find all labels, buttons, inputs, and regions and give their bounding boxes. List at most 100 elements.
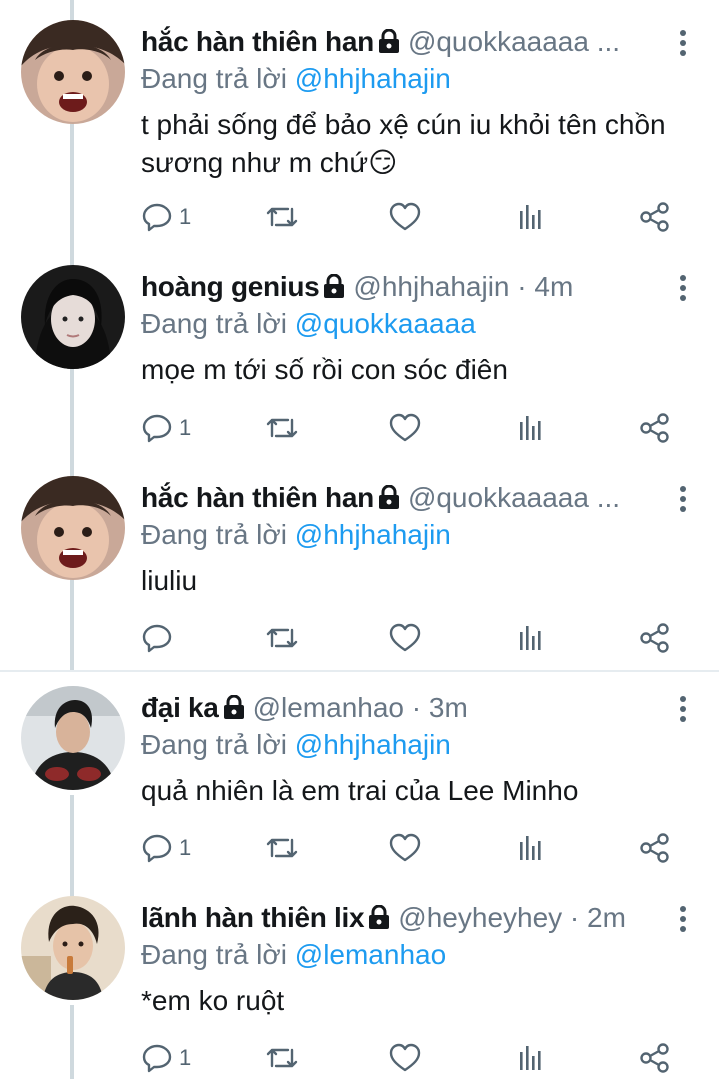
user-handle[interactable]: @quokkaaaaa ... [408,482,620,513]
share-button[interactable] [638,197,672,237]
bar-chart-icon [516,201,546,233]
retweet-icon [264,412,300,444]
lock-icon [378,482,400,516]
replying-to-label: Đang trả lời [141,63,287,94]
share-button[interactable] [638,618,672,658]
reply-button[interactable]: 1 [141,408,191,448]
retweet-icon [264,1042,300,1074]
action-bar: 1 [0,828,719,868]
more-vertical-icon[interactable] [679,696,687,726]
tweet-text: quả nhiên là em trai của Lee Minho [141,775,579,806]
more-vertical-icon[interactable] [679,275,687,305]
share-button[interactable] [638,828,672,868]
more-vertical-icon[interactable] [679,486,687,516]
user-handle[interactable]: @hhjhahajin · 4m [353,271,573,302]
tweet[interactable]: hắc hàn thiên han @quokkaaaaa ... Đang tr… [0,476,719,666]
tweet[interactable]: đại ka @lemanhao · 3m Đang trả lời @hhjha… [0,686,719,876]
thread-divider [0,670,719,672]
views-button[interactable] [516,618,546,658]
retweet-icon [264,201,300,233]
reply-button[interactable]: 1 [141,197,191,237]
mention-link[interactable]: @lemanhao [295,939,446,970]
views-button[interactable] [516,1038,546,1078]
display-name[interactable]: hoàng genius [141,271,320,302]
share-icon [638,412,672,444]
retweet-icon [264,622,300,654]
like-button[interactable] [388,1038,422,1078]
lock-icon [368,902,390,936]
lock-icon [223,692,245,726]
avatar[interactable] [21,265,125,369]
replying-to: Đang trả lời @lemanhao [141,938,446,972]
heart-icon [388,832,422,864]
replying-to: Đang trả lời @quokkaaaaa [141,307,476,341]
reply-button[interactable]: 1 [141,828,191,868]
replying-to: Đang trả lời @hhjhahajin [141,518,451,552]
retweet-button[interactable] [264,197,300,237]
tweet-text: liuliu [141,565,198,596]
like-button[interactable] [388,618,422,658]
avatar[interactable] [21,686,125,790]
lock-icon [378,26,400,60]
bar-chart-icon [516,1042,546,1074]
like-button[interactable] [388,197,422,237]
tweet-text: mọe m tới số rồi con sóc điên [141,354,508,385]
action-bar: 1 [0,197,719,237]
retweet-button[interactable] [264,828,300,868]
bar-chart-icon [516,412,546,444]
tweet[interactable]: hắc hàn thiên han @quokkaaaaa ... Đang tr… [0,20,719,245]
mention-link[interactable]: @hhjhahajin [295,63,451,94]
reply-button[interactable] [141,618,179,658]
heart-icon [388,412,422,444]
replying-to-label: Đang trả lời [141,519,287,550]
mention-link[interactable]: @hhjhahajin [295,729,451,760]
display-name[interactable]: lãnh hàn thiên lix [141,902,365,933]
display-name[interactable]: đại ka [141,692,219,723]
user-handle[interactable]: @heyheyhey · 2m [398,902,626,933]
tweet-header: hoàng genius @hhjhahajin · 4m [141,269,659,305]
comment-icon [141,622,173,654]
heart-icon [388,622,422,654]
retweet-button[interactable] [264,1038,300,1078]
like-button[interactable] [388,828,422,868]
more-vertical-icon[interactable] [679,30,687,60]
mention-link[interactable]: @quokkaaaaa [295,308,476,339]
replying-to: Đang trả lời @hhjhahajin [141,728,451,762]
user-handle[interactable]: @lemanhao · 3m [253,692,468,723]
share-icon [638,1042,672,1074]
retweet-button[interactable] [264,408,300,448]
views-button[interactable] [516,408,546,448]
tweet-header: đại ka @lemanhao · 3m [141,690,659,726]
reply-button[interactable]: 1 [141,1038,191,1078]
tweet-text: *em ko ruột [141,985,285,1016]
bar-chart-icon [516,622,546,654]
tweet[interactable]: hoàng genius @hhjhahajin · 4m Đang trả lờ… [0,265,719,465]
avatar[interactable] [21,476,125,580]
bar-chart-icon [516,832,546,864]
retweet-button[interactable] [264,618,300,658]
comment-icon [141,412,173,444]
like-button[interactable] [388,408,422,448]
avatar[interactable] [21,20,125,124]
views-button[interactable] [516,197,546,237]
display-name[interactable]: hắc hàn thiên han [141,26,374,57]
reply-count: 1 [179,1045,192,1070]
display-name[interactable]: hắc hàn thiên han [141,482,374,513]
share-button[interactable] [638,1038,672,1078]
mention-link[interactable]: @hhjhahajin [295,519,451,550]
lock-icon [323,271,345,305]
retweet-icon [264,832,300,864]
comment-icon [141,1042,173,1074]
avatar[interactable] [21,896,125,1000]
tweet[interactable]: lãnh hàn thiên lix @heyheyhey · 2m Đang t… [0,896,719,1079]
reply-count: 1 [179,835,192,860]
replying-to-label: Đang trả lời [141,308,287,339]
heart-icon [388,201,422,233]
share-icon [638,832,672,864]
share-button[interactable] [638,408,672,448]
views-button[interactable] [516,828,546,868]
user-handle[interactable]: @quokkaaaaa ... [408,26,620,57]
action-bar [0,618,719,658]
more-vertical-icon[interactable] [679,906,687,936]
replying-to-label: Đang trả lời [141,729,287,760]
